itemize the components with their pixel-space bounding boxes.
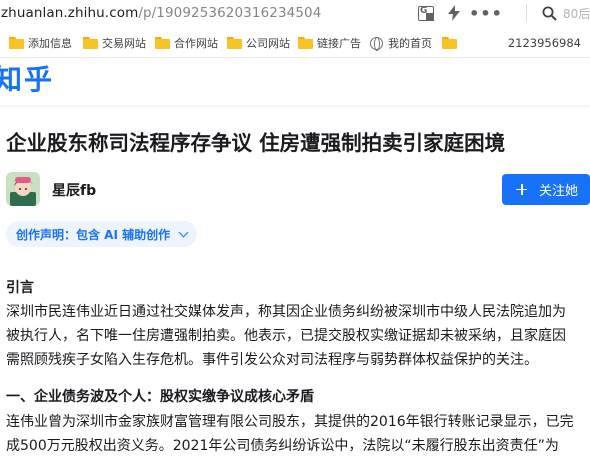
article-title: 企业股东称司法程序存争议 住房遭强制拍卖引家庭困境 [6,131,506,155]
search-hint[interactable]: 80后 [563,5,590,22]
bookmark-label: 我的首页 [388,37,432,50]
creation-statement-tag[interactable]: 创作声明：包含 AI 辅助创作 [6,221,198,247]
folder-icon [298,37,313,49]
toolbar-divider [526,4,527,22]
folder-icon [442,37,457,49]
intro-heading: 引言 [6,280,34,296]
bookmark-number[interactable]: 2123956984 [508,28,581,58]
site-header: 知乎 [0,58,590,106]
plus-icon [516,184,527,195]
chevron-down-icon [178,227,189,237]
bookmark-folder[interactable] [442,28,461,58]
follow-label: 关注她 [539,183,579,198]
section-heading: 一、企业债务波及个人：股权实缴争议成核心矛盾 [6,389,314,405]
paragraph-line: 被执行人，名下唯一住房遭强制拍卖。他表示，已提交股权实缴证据却未被采纳，且家庭因 [6,328,566,344]
bookmark-partner-sites[interactable]: 合作网站 [155,28,218,58]
bookmark-company-sites[interactable]: 公司网站 [227,28,290,58]
paragraph-line: 深圳市民连伟业近日通过社交媒体发声，称其因企业债务纠纷被深圳市中级人民法院追加为 [6,304,566,320]
avatar[interactable] [6,172,40,206]
section-paragraph: 连伟业曾为深圳市金家族财富管理有限公司股东，其提供的2016年银行转账记录显示，… [6,410,574,458]
address-bar: zhuanlan.zhihu.com/p/1909253620316234504… [0,0,590,28]
bookmarks-bar: 添加信息 交易网站 合作网站 公司网站 链接广告 我的首页 2123956984 [0,28,590,58]
bookmark-add-info[interactable]: 添加信息 [9,28,72,58]
creation-statement-label: 创作声明：包含 AI 辅助创作 [16,227,171,242]
bookmark-trading-sites[interactable]: 交易网站 [83,28,146,58]
search-icon[interactable] [541,3,557,23]
folder-icon [83,37,98,49]
paragraph-line: 成500万元股权出资义务。2021年公司债务纠纷诉讼中，法院以“未履行股东出资责… [6,438,559,454]
paragraph-line: 连伟业曾为深圳市金家族财富管理有限公司股东，其提供的2016年银行转账记录显示，… [6,414,574,430]
folder-icon [155,37,170,49]
bookmark-label: 合作网站 [174,37,218,50]
paragraph-line: 需照顾残疾子女陷入生存危机。事件引发公众对司法程序与弱势群体权益保护的关注。 [6,352,538,368]
intro-paragraph: 深圳市民连伟业近日通过社交媒体发声，称其因企业债务纠纷被深圳市中级人民法院追加为… [6,300,566,372]
folder-icon [227,37,242,49]
bookmark-label: 链接广告 [317,37,361,50]
bookmark-label: 公司网站 [246,37,290,50]
folder-icon [9,37,24,49]
author-name[interactable]: 星辰fb [52,180,96,200]
bookmark-link-ads[interactable]: 链接广告 [298,28,361,58]
translate-icon[interactable] [417,3,435,23]
follow-button[interactable]: 关注她 [502,174,590,205]
more-options-icon[interactable]: ••• [469,3,502,23]
bookmark-label: 添加信息 [28,37,72,50]
bookmark-my-homepage[interactable]: 我的首页 [370,28,432,58]
url-host: zhuanlan.zhihu.com [1,5,139,21]
zhihu-logo[interactable]: 知乎 [0,63,54,97]
url-field[interactable]: zhuanlan.zhihu.com/p/1909253620316234504 [1,4,321,22]
bolt-icon[interactable] [446,3,462,23]
bookmark-label: 交易网站 [102,37,146,50]
globe-icon [370,36,383,51]
url-path: /p/1909253620316234504 [138,5,322,21]
